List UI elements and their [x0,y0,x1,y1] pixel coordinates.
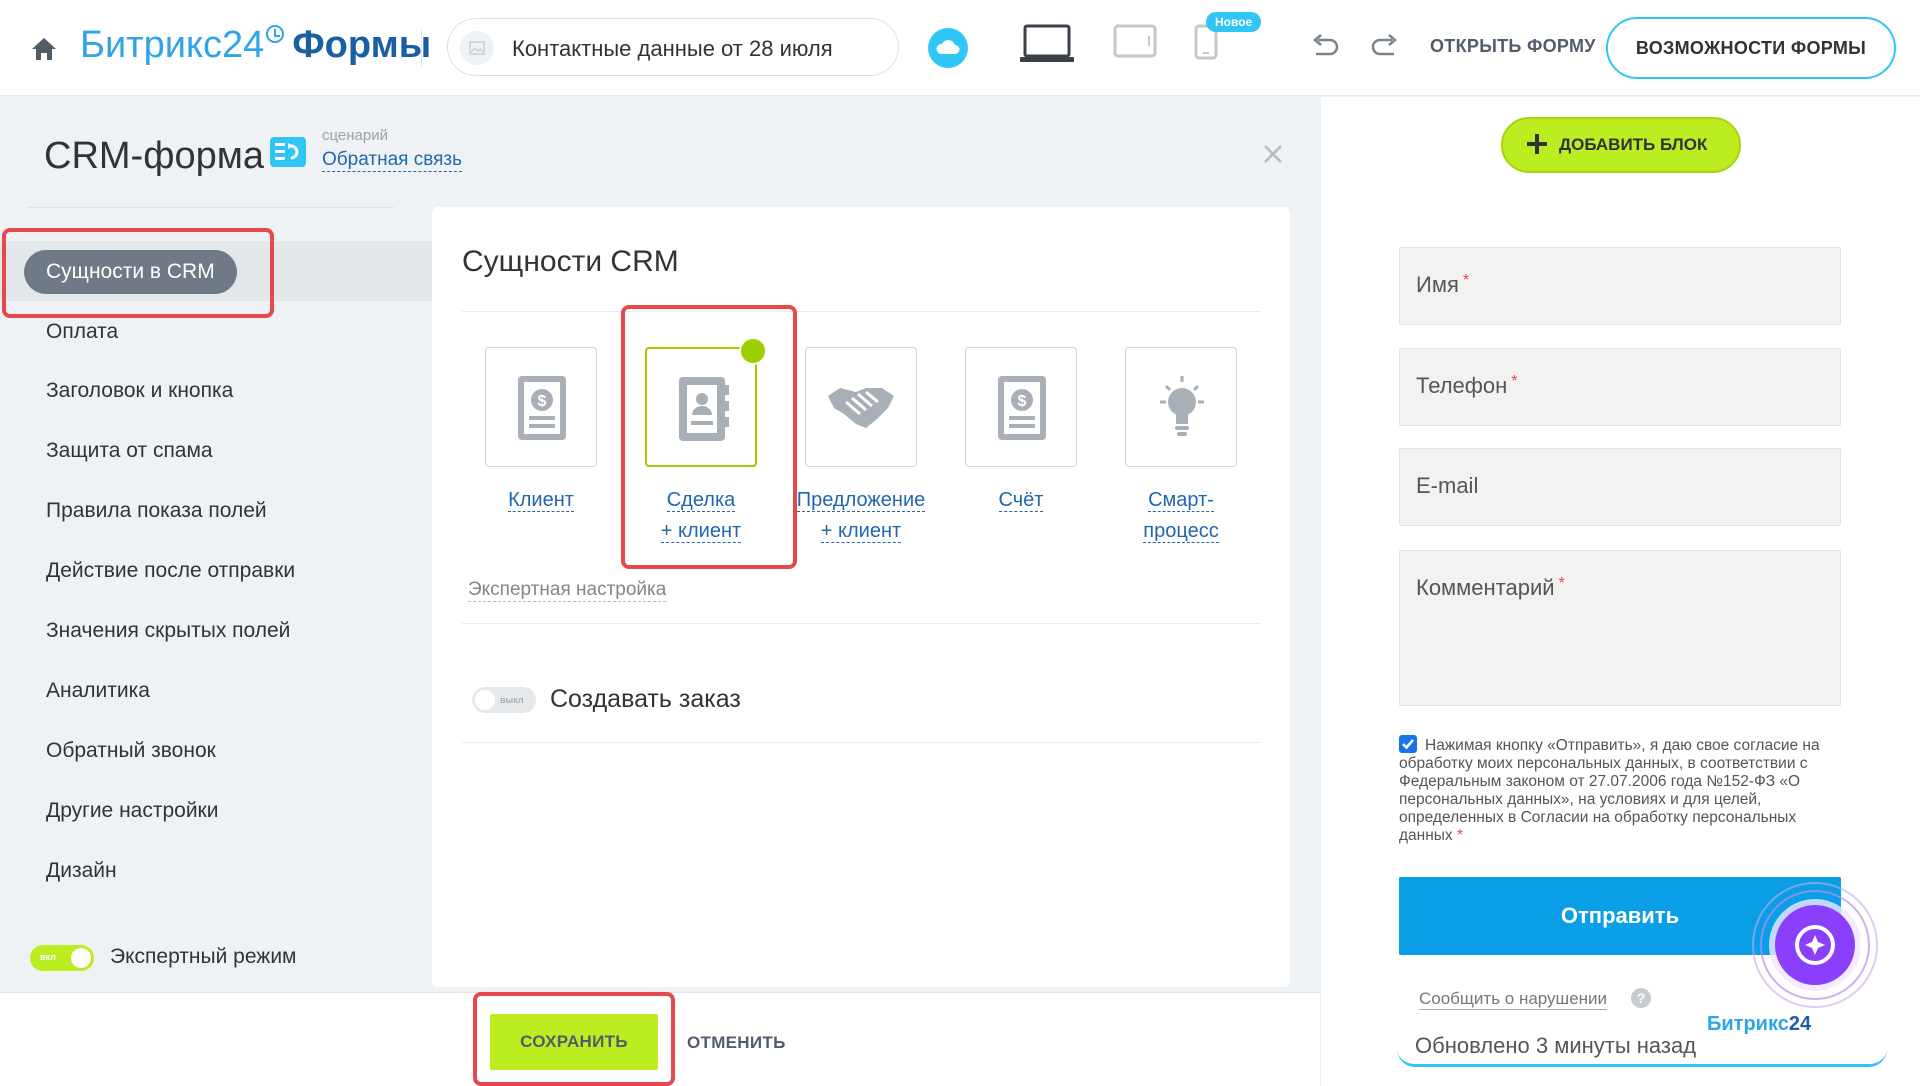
form-name-text: Контактные данные от 28 июля [512,36,833,61]
scenario-caption: сценарий [322,127,388,144]
top-bar: Битрикс24 Формы Контактные данные от 28 и… [0,0,1920,96]
entity-tile-offer-client[interactable] [805,347,917,467]
scenario-icon [270,137,306,167]
nav-item-hidden-fields[interactable]: Значения скрытых полей [46,619,290,643]
clock-icon [266,25,285,43]
divider [462,311,1260,312]
cancel-button[interactable]: ОТМЕНИТЬ [687,1033,786,1053]
help-icon[interactable]: ? [1631,988,1651,1008]
comment-field[interactable]: Комментарий * [1399,550,1841,706]
nav-item-header-button[interactable]: Заголовок и кнопка [46,379,233,403]
lightbulb-icon [1160,376,1204,436]
desktop-view-icon[interactable] [1019,24,1075,64]
contact-dollar-icon: $ [518,376,566,440]
expert-setup-link[interactable]: Экспертная настройка [468,579,667,602]
entity-label-client[interactable]: Клиент [461,485,621,516]
nav-item-payment[interactable]: Оплата [46,320,118,344]
chat-widget-icon[interactable] [1750,880,1880,1010]
add-block-button[interactable]: ДОБАВИТЬ БЛОК [1501,117,1741,173]
expert-mode-label: Экспертный режим [110,945,297,968]
open-form-link[interactable]: ОТКРЫТЬ ФОРМУ [1430,36,1596,57]
entity-label-smart-process[interactable]: Смарт-процесс [1101,485,1261,547]
undo-icon[interactable] [1310,34,1340,60]
svg-text:$: $ [538,393,547,410]
divider [28,207,394,208]
form-name-field[interactable]: Контактные данные от 28 июля [447,18,899,76]
nav-item-field-rules[interactable]: Правила показа полей [46,499,267,523]
new-badge: Новое [1206,12,1262,32]
entity-tile-smart-process[interactable] [1125,347,1237,467]
expert-mode-toggle[interactable]: вкл [30,945,94,971]
create-order-toggle[interactable]: выкл [472,687,536,713]
email-field[interactable]: E-mail [1399,448,1841,526]
crm-entities-card: Сущности CRM $ $ Клиент Сделка + клиент … [432,207,1290,987]
entity-label-offer-client[interactable]: Предложение + клиент [781,485,941,547]
close-icon[interactable] [1262,143,1284,165]
highlight-frame [621,305,797,569]
handshake-icon [828,388,894,428]
nav-item-other-settings[interactable]: Другие настройки [46,799,218,823]
divider [462,742,1260,743]
consent-text: Нажимая кнопку «Отправить», я даю свое с… [1399,737,1820,844]
card-title: Сущности CRM [462,245,679,278]
divider [462,623,1260,624]
app-logo[interactable]: Битрикс24 Формы [80,24,431,67]
highlight-frame [2,228,274,318]
name-field[interactable]: Имя * [1399,247,1841,325]
entity-tile-client[interactable]: $ [485,347,597,467]
panel-title: CRM-форма [44,135,264,177]
phone-field[interactable]: Телефон * [1399,348,1841,426]
bitrix24-badge[interactable]: Битрикс24 [1707,1013,1811,1036]
nav-item-analytics[interactable]: Аналитика [46,679,150,703]
nav-item-spam-protection[interactable]: Защита от спама [46,439,213,463]
invoice-dollar-icon: $ [998,376,1046,440]
create-order-label: Создавать заказ [550,685,741,713]
report-violation-link[interactable]: Сообщить о нарушении [1419,989,1608,1010]
home-icon[interactable] [30,36,58,62]
nav-item-after-submit[interactable]: Действие после отправки [46,559,295,583]
tablet-view-icon[interactable] [1113,24,1157,58]
form-features-button[interactable]: ВОЗМОЖНОСТИ ФОРМЫ [1606,17,1896,79]
scenario-link[interactable]: Обратная связь [322,149,462,172]
divider [421,30,422,66]
highlight-frame [473,992,675,1086]
cloud-icon[interactable] [928,28,968,68]
nav-item-design[interactable]: Дизайн [46,859,117,883]
redo-icon[interactable] [1370,34,1400,60]
image-icon[interactable] [460,31,494,65]
nav-item-callback[interactable]: Обратный звонок [46,739,216,763]
entity-label-invoice[interactable]: Счёт [941,485,1101,516]
entity-tile-invoice[interactable]: $ [965,347,1077,467]
plus-icon [1527,134,1547,154]
svg-text:$: $ [1018,393,1027,410]
updated-status: Обновлено 3 минуты назад [1397,1025,1887,1067]
